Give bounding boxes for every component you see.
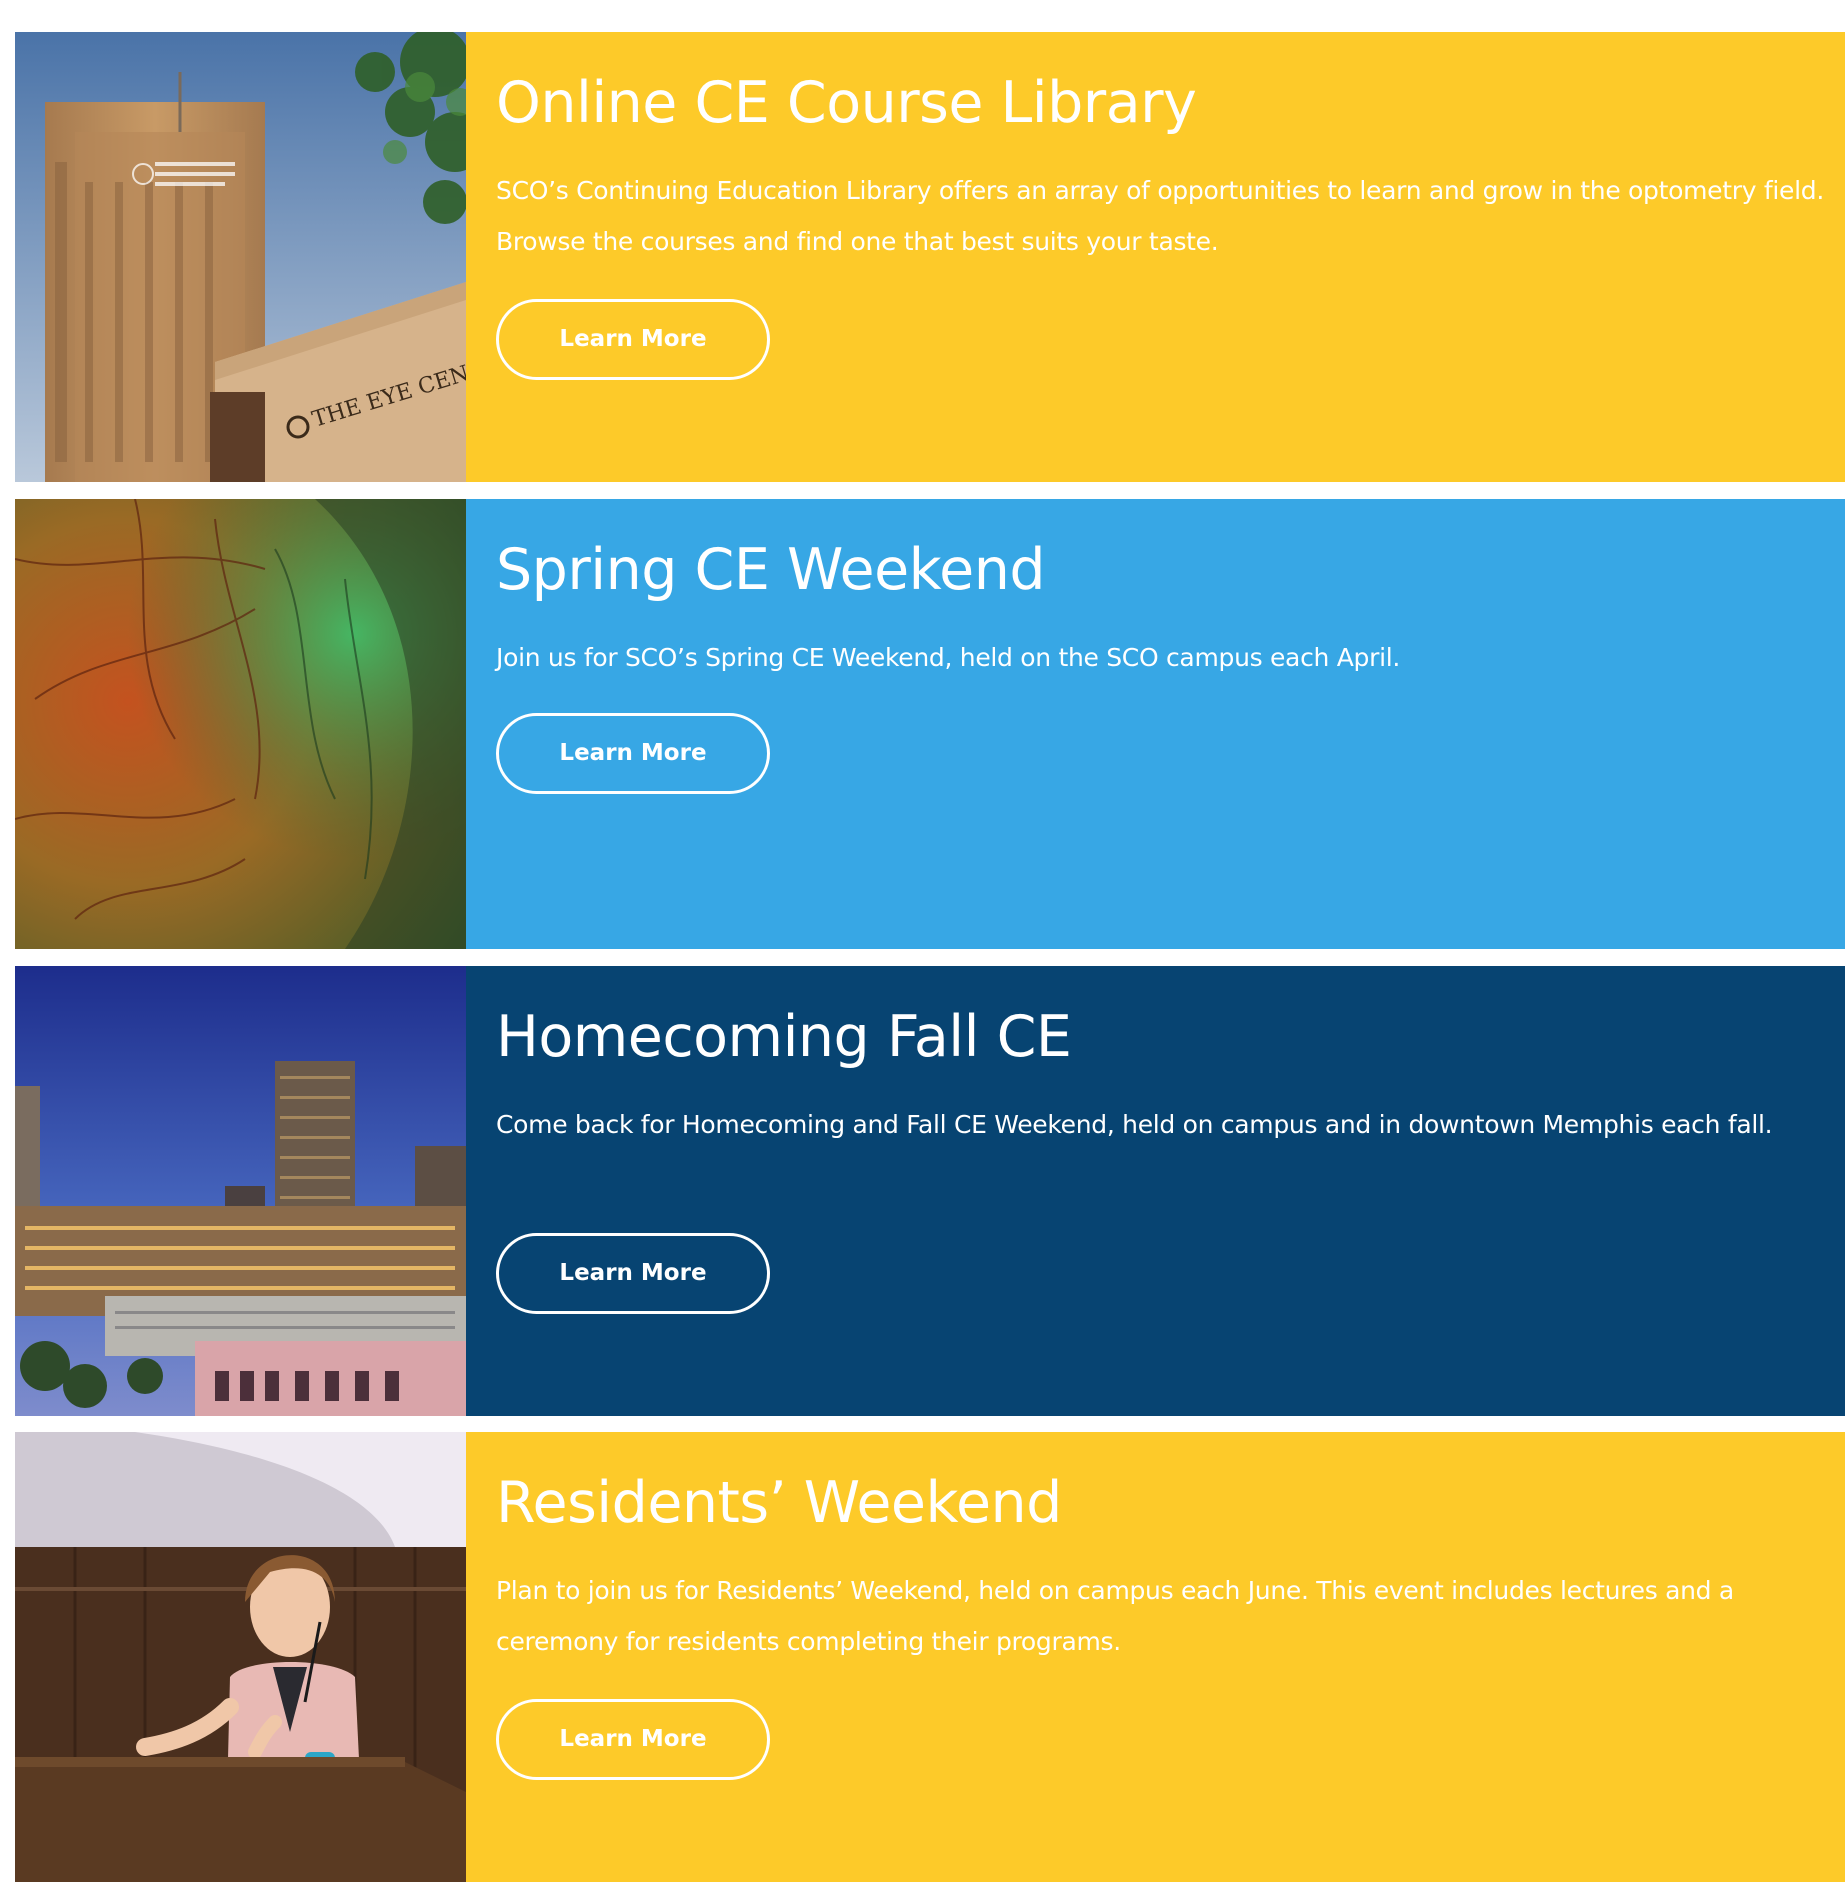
card-content: Online CE Course Library SCO’s Continuin… bbox=[466, 32, 1845, 482]
card-title: Spring CE Weekend bbox=[496, 537, 1046, 603]
card-homecoming-fall-ce: Homecoming Fall CE Come back for Homecom… bbox=[15, 966, 1845, 1416]
card-spring-ce-weekend: Spring CE Weekend Join us for SCO’s Spri… bbox=[15, 499, 1845, 949]
memphis-skyline-image bbox=[15, 966, 466, 1416]
retina-image bbox=[15, 499, 466, 949]
card-description: SCO’s Continuing Education Library offer… bbox=[496, 176, 1824, 256]
card-content: Homecoming Fall CE Come back for Homecom… bbox=[466, 966, 1845, 1416]
learn-more-button[interactable]: Learn More bbox=[496, 299, 770, 380]
card-title: Residents’ Weekend bbox=[496, 1470, 1062, 1536]
speaker-at-podium-image bbox=[15, 1432, 466, 1882]
card-content: Residents’ Weekend Plan to join us for R… bbox=[466, 1432, 1845, 1882]
card-description: Plan to join us for Residents’ Weekend, … bbox=[496, 1576, 1734, 1656]
learn-more-button[interactable]: Learn More bbox=[496, 1233, 770, 1314]
eye-center-building-image: THE EYE CENTER bbox=[15, 32, 466, 482]
card-residents-weekend: Residents’ Weekend Plan to join us for R… bbox=[15, 1432, 1845, 1882]
learn-more-button[interactable]: Learn More bbox=[496, 713, 770, 794]
card-online-ce-library: THE EYE CENTER Online CE Course Library … bbox=[15, 32, 1845, 482]
card-description: Join us for SCO’s Spring CE Weekend, hel… bbox=[496, 643, 1401, 672]
learn-more-button[interactable]: Learn More bbox=[496, 1699, 770, 1780]
card-content: Spring CE Weekend Join us for SCO’s Spri… bbox=[466, 499, 1845, 949]
card-title: Online CE Course Library bbox=[496, 70, 1197, 136]
card-description: Come back for Homecoming and Fall CE Wee… bbox=[496, 1110, 1773, 1139]
card-title: Homecoming Fall CE bbox=[496, 1004, 1072, 1070]
